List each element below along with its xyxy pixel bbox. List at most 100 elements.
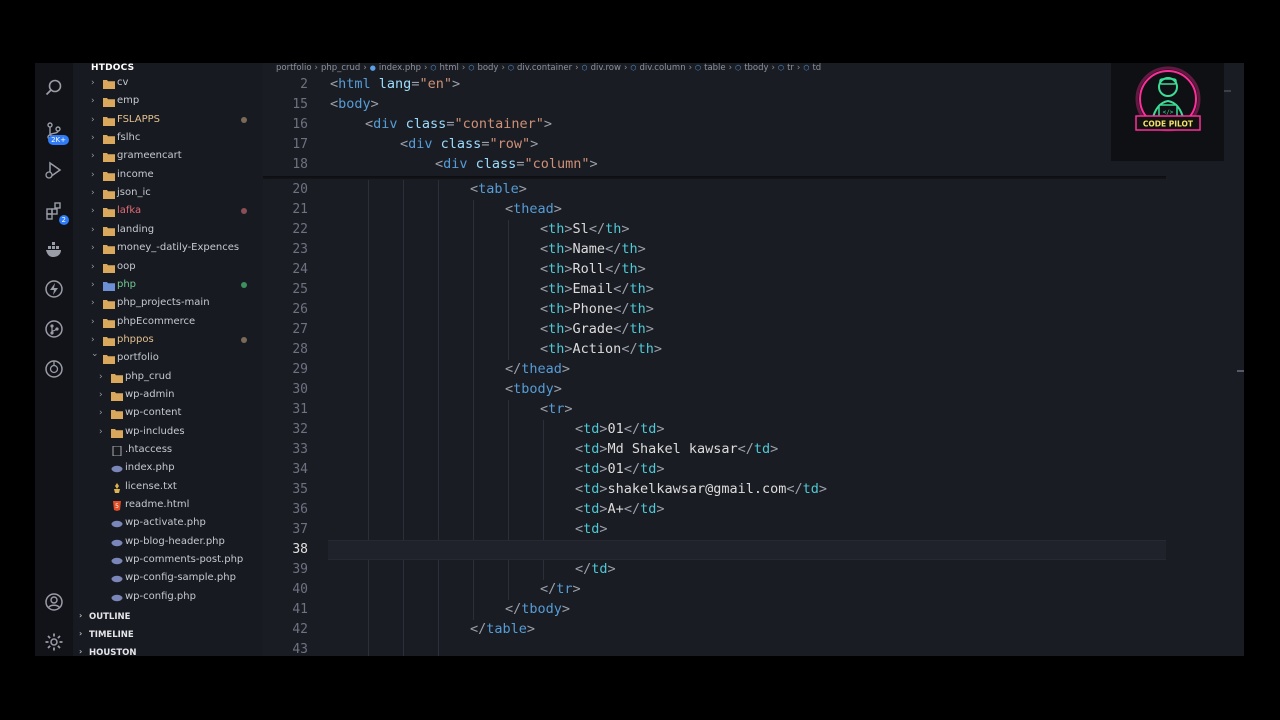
chevron-right-icon[interactable]: › bbox=[91, 298, 95, 308]
chevron-right-icon[interactable]: › bbox=[91, 225, 95, 235]
chevron-right-icon[interactable]: › bbox=[91, 317, 95, 327]
folder-item-income[interactable]: › income bbox=[73, 167, 263, 185]
chevron-right-icon[interactable]: › bbox=[99, 372, 103, 382]
chevron-right-icon[interactable]: › bbox=[91, 78, 95, 88]
breadcrumb-item[interactable]: tbody bbox=[744, 63, 768, 73]
breadcrumb-item[interactable]: div.row bbox=[591, 63, 621, 73]
code-line-current[interactable]: 38 bbox=[263, 540, 1244, 560]
breadcrumb-item[interactable]: table bbox=[704, 63, 726, 73]
chevron-right-icon[interactable]: › bbox=[91, 96, 95, 106]
code-line[interactable]: 37 <td> bbox=[263, 520, 1244, 540]
breadcrumb-item[interactable]: body bbox=[477, 63, 498, 73]
thunder-client-icon[interactable] bbox=[43, 278, 65, 300]
search-icon[interactable] bbox=[43, 77, 65, 99]
folder-item-fslapps[interactable]: › FSLAPPS bbox=[73, 112, 263, 130]
breadcrumb-item[interactable]: div.column bbox=[639, 63, 685, 73]
code-line[interactable]: 30 <tbody> bbox=[263, 380, 1244, 400]
chevron-right-icon[interactable]: › bbox=[99, 408, 103, 418]
code-line[interactable]: 36 <td>A+</td> bbox=[263, 500, 1244, 520]
run-debug-icon[interactable] bbox=[43, 159, 65, 181]
file-item-wp-blog-header-php[interactable]: wp-blog-header.php bbox=[73, 534, 263, 552]
code-line[interactable]: 15 <body> bbox=[263, 95, 1244, 115]
file-item-wp-config-sample-php[interactable]: wp-config-sample.php bbox=[73, 570, 263, 588]
code-line[interactable]: 21 <thead> bbox=[263, 200, 1244, 220]
folder-item-wp-admin[interactable]: › wp-admin bbox=[73, 387, 263, 405]
folder-item-php-projects-main[interactable]: › php_projects-main bbox=[73, 295, 263, 313]
chevron-right-icon[interactable]: › bbox=[99, 427, 103, 437]
file-item-htaccess[interactable]: .htaccess bbox=[73, 442, 263, 460]
file-item-wp-comments-post-php[interactable]: wp-comments-post.php bbox=[73, 552, 263, 570]
file-item-readme-html[interactable]: 5 readme.html bbox=[73, 497, 263, 515]
folder-item-lafka[interactable]: › lafka bbox=[73, 203, 263, 221]
chevron-right-icon[interactable]: › bbox=[91, 243, 95, 253]
chevron-right-icon[interactable]: › bbox=[91, 133, 95, 143]
code-line[interactable]: 20 <table> bbox=[263, 180, 1244, 200]
code-line[interactable]: 22 <th>Sl</th> bbox=[263, 220, 1244, 240]
docker-icon[interactable] bbox=[43, 239, 65, 261]
extensions-icon[interactable]: 2 bbox=[43, 200, 69, 225]
folder-item-wp-content[interactable]: › wp-content bbox=[73, 405, 263, 423]
section-houston[interactable]: › HOUSTON bbox=[73, 644, 263, 656]
folder-item-json-ic[interactable]: › json_ic bbox=[73, 185, 263, 203]
settings-gear-icon[interactable] bbox=[43, 631, 65, 653]
code-line[interactable]: 27 <th>Grade</th> bbox=[263, 320, 1244, 340]
explorer-root-label[interactable]: HTDOCS bbox=[91, 63, 134, 74]
breadcrumb-item[interactable]: tr bbox=[787, 63, 794, 73]
section-outline[interactable]: › OUTLINE bbox=[73, 608, 263, 626]
code-line[interactable]: 32 <td>01</td> bbox=[263, 420, 1244, 440]
chevron-right-icon[interactable]: › bbox=[91, 151, 95, 161]
code-line[interactable]: 29 </thead> bbox=[263, 360, 1244, 380]
folder-item-landing[interactable]: › landing bbox=[73, 222, 263, 240]
chevron-right-icon[interactable]: › bbox=[91, 170, 95, 180]
code-line[interactable]: 23 <th>Name</th> bbox=[263, 240, 1244, 260]
chevron-right-icon[interactable]: › bbox=[79, 611, 82, 620]
code-line[interactable]: 41 </tbody> bbox=[263, 600, 1244, 620]
file-item-index-php[interactable]: index.php bbox=[73, 460, 263, 478]
chevron-right-icon[interactable]: › bbox=[91, 262, 95, 272]
code-line[interactable]: 25 <th>Email</th> bbox=[263, 280, 1244, 300]
code-line[interactable]: 43 bbox=[263, 640, 1244, 656]
code-line[interactable]: 26 <th>Phone</th> bbox=[263, 300, 1244, 320]
breadcrumb-item[interactable]: div.container bbox=[517, 63, 572, 73]
code-line[interactable]: 34 <td>01</td> bbox=[263, 460, 1244, 480]
remote-explorer-icon[interactable] bbox=[43, 358, 65, 380]
section-timeline[interactable]: › TIMELINE bbox=[73, 626, 263, 644]
folder-item-fslhc[interactable]: › fslhc bbox=[73, 130, 263, 148]
gitlens-icon[interactable] bbox=[43, 318, 65, 340]
folder-item-cv[interactable]: › cv bbox=[73, 75, 263, 93]
folder-item-phpecommerce[interactable]: › phpEcommerce bbox=[73, 314, 263, 332]
code-line[interactable]: 17 <div class="row"> bbox=[263, 135, 1244, 155]
chevron-right-icon[interactable]: › bbox=[79, 647, 82, 656]
folder-item-oop[interactable]: › oop bbox=[73, 259, 263, 277]
code-editor[interactable]: portfolio › php_crud › ● index.php › ⬡ html › ⬡ bod… bbox=[263, 63, 1244, 656]
code-line[interactable]: 40 </tr> bbox=[263, 580, 1244, 600]
chevron-right-icon[interactable]: › bbox=[99, 390, 103, 400]
folder-item-phppos[interactable]: › phppos bbox=[73, 332, 263, 350]
folder-item-emp[interactable]: › emp bbox=[73, 93, 263, 111]
file-item-license-txt[interactable]: license.txt bbox=[73, 479, 263, 497]
breadcrumb-item[interactable]: php_crud bbox=[321, 63, 360, 73]
code-line[interactable]: 39 </td> bbox=[263, 560, 1244, 580]
folder-item-php[interactable]: › php bbox=[73, 277, 263, 295]
code-line[interactable]: 24 <th>Roll</th> bbox=[263, 260, 1244, 280]
folder-item-grameencart[interactable]: › grameencart bbox=[73, 148, 263, 166]
chevron-right-icon[interactable]: › bbox=[91, 188, 95, 198]
code-line[interactable]: 16 <div class="container"> bbox=[263, 115, 1244, 135]
code-line[interactable]: 31 <tr> bbox=[263, 400, 1244, 420]
code-line[interactable]: 28 <th>Action</th> bbox=[263, 340, 1244, 360]
code-line[interactable]: 33 <td>Md Shakel kawsar</td> bbox=[263, 440, 1244, 460]
folder-item-php-crud[interactable]: › php_crud bbox=[73, 369, 263, 387]
file-item-wp-config-php[interactable]: wp-config.php bbox=[73, 589, 263, 607]
code-line[interactable]: 35 <td>shakelkawsar@gmail.com</td> bbox=[263, 480, 1244, 500]
code-line[interactable]: 42 </table> bbox=[263, 620, 1244, 640]
folder-item-money-datily-expences[interactable]: › money_-datily-Expences bbox=[73, 240, 263, 258]
chevron-right-icon[interactable]: › bbox=[91, 280, 95, 290]
source-control-icon[interactable]: 2K+ bbox=[43, 120, 69, 145]
folder-item-wp-includes[interactable]: › wp-includes bbox=[73, 424, 263, 442]
chevron-right-icon[interactable]: › bbox=[79, 629, 82, 638]
breadcrumb-item[interactable]: html bbox=[440, 63, 459, 73]
chevron-right-icon[interactable]: › bbox=[91, 206, 95, 216]
account-icon[interactable] bbox=[43, 591, 65, 613]
breadcrumb-item[interactable]: td bbox=[812, 63, 821, 73]
chevron-right-icon[interactable]: › bbox=[91, 335, 95, 345]
